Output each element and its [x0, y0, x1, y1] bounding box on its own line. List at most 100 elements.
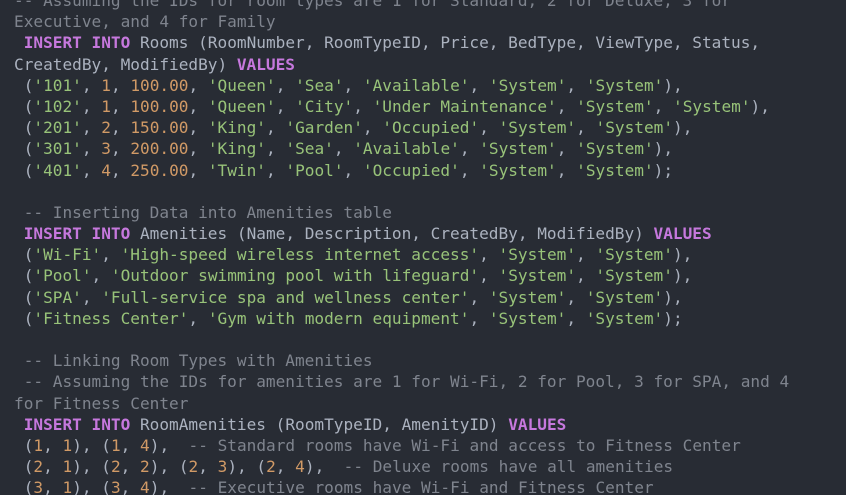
- code-line: CreatedBy, ModifiedBy) VALUES: [14, 54, 834, 75]
- code-text: ), (: [72, 478, 111, 495]
- code-text: ,: [101, 245, 121, 265]
- string-literal: 'Sea': [295, 75, 344, 95]
- code-text: Rooms (RoomNumber, RoomTypeID, Price, Be…: [130, 33, 761, 53]
- string-literal: 'System': [479, 139, 557, 159]
- code-text: ,: [353, 96, 373, 116]
- code-text: ,: [188, 139, 208, 159]
- code-text: ,: [81, 160, 102, 180]
- code-text: (: [14, 139, 34, 159]
- code-editor[interactable]: -- Assuming the IDs for room types are 1…: [0, 0, 846, 495]
- code-line: (2, 1), (2, 2), (2, 3), (2, 4), -- Delux…: [14, 456, 834, 477]
- number-literal: 1: [101, 75, 111, 95]
- code-text: ,: [43, 435, 63, 455]
- number-literal: 4: [140, 435, 150, 455]
- code-block[interactable]: -- Assuming the IDs for room types are 1…: [14, 0, 834, 495]
- string-literal: 'System': [673, 96, 751, 116]
- number-literal: 1: [62, 478, 73, 495]
- string-literal: 'Twin': [207, 160, 266, 180]
- number-literal: 2: [188, 457, 199, 477]
- code-line: ('Fitness Center', 'Gym with modern equi…: [14, 308, 834, 329]
- code-text: ,: [362, 118, 383, 138]
- string-literal: 'System': [595, 118, 674, 138]
- number-literal: 3: [110, 478, 121, 495]
- code-text: ),: [750, 96, 770, 116]
- code-text: RoomAmenities (RoomTypeID, AmenityID): [130, 414, 509, 434]
- code-line: -- Inserting Data into Amenities table: [14, 202, 834, 223]
- code-text: ),: [663, 75, 683, 95]
- number-literal: 3: [33, 478, 44, 495]
- code-text: ,: [266, 160, 286, 180]
- sql-keyword: INSERT INTO: [23, 414, 131, 434]
- code-line: ('SPA', 'Full-service spa and wellness c…: [14, 287, 834, 308]
- code-line: for Fitness Center: [14, 393, 834, 414]
- sql-comment: for Fitness Center: [14, 393, 189, 413]
- code-text: ), (: [227, 457, 267, 477]
- code-text: ,: [566, 75, 586, 95]
- code-text: ,: [479, 245, 499, 265]
- number-literal: 250.00: [130, 160, 189, 180]
- code-text: ,: [120, 457, 141, 477]
- code-text: ,: [479, 266, 499, 286]
- code-text: (: [14, 160, 34, 180]
- string-literal: 'Fitness Center': [33, 308, 189, 328]
- number-literal: 200.00: [130, 139, 189, 159]
- code-text: ,: [43, 478, 63, 495]
- number-literal: 1: [62, 457, 73, 477]
- string-literal: 'Garden': [285, 118, 363, 138]
- code-line: ('101', 1, 100.00, 'Queen', 'Sea', 'Avai…: [14, 75, 834, 96]
- code-text: (: [14, 478, 34, 495]
- code-text: (: [14, 266, 34, 286]
- string-literal: 'High-speed wireless internet access': [120, 245, 480, 265]
- string-literal: 'Queen': [207, 75, 276, 95]
- sql-keyword: VALUES: [236, 54, 295, 74]
- sql-comment: -- Executive rooms have Wi-Fi and Fitnes…: [188, 478, 654, 495]
- code-text: ,: [188, 308, 208, 328]
- string-literal: 'Wi-Fi': [33, 245, 102, 265]
- string-literal: 'Pool': [33, 266, 92, 286]
- string-literal: 'Occupied': [382, 118, 480, 138]
- number-literal: 150.00: [130, 118, 189, 138]
- code-text: ,: [275, 96, 296, 116]
- code-text: ,: [188, 96, 208, 116]
- string-literal: 'System': [488, 308, 567, 328]
- code-text: ,: [469, 287, 489, 307]
- code-text: ),: [672, 266, 693, 286]
- code-line: (3, 1), (3, 4), -- Executive rooms have …: [14, 477, 834, 495]
- string-literal: 'Available': [362, 75, 470, 95]
- number-literal: 3: [101, 139, 111, 159]
- code-text: );: [663, 308, 683, 328]
- string-literal: 'System': [595, 266, 673, 286]
- string-literal: 'System': [585, 287, 664, 307]
- code-text: ),: [304, 457, 344, 477]
- code-text: ,: [110, 118, 131, 138]
- sql-comment: -- Assuming the IDs for amenities are 1 …: [14, 372, 790, 392]
- code-text: ,: [120, 478, 141, 495]
- code-text: ), (: [72, 457, 111, 477]
- code-text: (: [14, 435, 34, 455]
- string-literal: 'Available': [353, 139, 460, 159]
- code-text: ,: [81, 75, 102, 95]
- sql-comment: -- Linking Room Types with Amenities: [14, 351, 373, 371]
- code-text: ),: [673, 118, 693, 138]
- code-text: ,: [266, 118, 286, 138]
- string-literal: 'System': [498, 266, 577, 286]
- code-text: ), (: [72, 435, 111, 455]
- code-text: ,: [81, 287, 102, 307]
- string-literal: '401': [33, 160, 82, 180]
- string-literal: '102': [33, 96, 82, 116]
- code-line: ('201', 2, 150.00, 'King', 'Garden', 'Oc…: [14, 117, 834, 138]
- string-literal: 'Under Maintenance': [372, 96, 557, 116]
- code-text: (: [14, 96, 34, 116]
- number-literal: 1: [110, 435, 121, 455]
- number-literal: 2: [101, 118, 111, 138]
- sql-keyword: VALUES: [508, 414, 567, 434]
- string-literal: '101': [33, 75, 82, 95]
- code-line: (1, 1), (1, 4), -- Standard rooms have W…: [14, 435, 834, 456]
- code-text: ,: [275, 457, 296, 477]
- code-text: ,: [566, 287, 586, 307]
- string-literal: 'Gym with modern equipment': [207, 308, 470, 328]
